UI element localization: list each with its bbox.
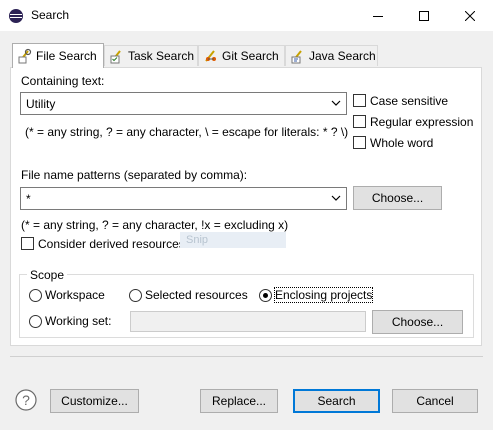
file-patterns-label: File name patterns (separated by comma):	[21, 168, 248, 182]
chevron-down-icon	[331, 100, 341, 106]
help-icon: ?	[15, 389, 37, 411]
help-button[interactable]: ?	[15, 389, 37, 411]
replace-button[interactable]: Replace...	[200, 389, 278, 413]
search-label: Search	[317, 394, 356, 408]
tab-label: Java Search	[309, 49, 376, 63]
whole-word-label: Whole word	[370, 136, 434, 150]
tab-label: Task Search	[128, 49, 195, 63]
derived-resources-checkbox[interactable]	[21, 237, 34, 250]
java-search-icon	[291, 50, 302, 64]
case-sensitive-label: Case sensitive	[370, 94, 449, 108]
chevron-down-icon	[331, 195, 341, 201]
regular-expression-label: Regular expression	[370, 115, 474, 129]
workspace-label: Workspace	[45, 288, 105, 302]
task-search-icon	[110, 50, 121, 64]
choose-label: Choose...	[391, 315, 444, 329]
case-sensitive-checkbox[interactable]	[353, 94, 366, 107]
choose-label: Choose...	[371, 191, 424, 205]
git-search-icon	[205, 50, 216, 62]
tab-file-search[interactable]: File Search	[12, 43, 104, 68]
title-bar: Search	[0, 0, 493, 31]
file-patterns-choose-button[interactable]: Choose...	[353, 186, 442, 210]
customize-label: Customize...	[61, 394, 128, 408]
snip-overlay: Snip	[180, 232, 286, 248]
file-search-icon	[18, 48, 32, 64]
enclosing-projects-label: Enclosing projects	[273, 287, 374, 303]
tab-label: File Search	[36, 49, 97, 63]
tab-task-search[interactable]: Task Search	[104, 45, 198, 66]
tab-label: Git Search	[222, 49, 279, 63]
containing-text-value: Utility	[26, 97, 56, 111]
containing-text-hint: (* = any string, ? = any character, \ = …	[25, 125, 349, 139]
customize-button[interactable]: Customize...	[50, 389, 139, 413]
minimize-icon	[373, 15, 383, 17]
working-set-label: Working set:	[45, 314, 112, 328]
enclosing-projects-radio[interactable]	[259, 289, 272, 302]
working-set-field[interactable]	[130, 311, 366, 332]
containing-text-label: Containing text:	[21, 74, 105, 88]
svg-text:?: ?	[22, 392, 30, 408]
derived-resources-label: Consider derived resources	[38, 237, 185, 251]
regular-expression-checkbox[interactable]	[353, 115, 366, 128]
separator	[10, 356, 483, 357]
whole-word-checkbox[interactable]	[353, 136, 366, 149]
workspace-radio[interactable]	[29, 289, 42, 302]
tab-git-search[interactable]: Git Search	[198, 45, 285, 66]
eclipse-icon	[9, 9, 23, 23]
containing-text-combo[interactable]: Utility	[20, 92, 347, 115]
replace-label: Replace...	[211, 394, 267, 408]
scope-label: Scope	[27, 268, 68, 282]
file-patterns-combo[interactable]: *	[20, 187, 347, 210]
close-icon	[465, 10, 475, 21]
file-patterns-value: *	[26, 192, 31, 206]
cancel-label: Cancel	[416, 394, 454, 408]
maximize-button[interactable]	[401, 0, 447, 31]
selected-resources-radio[interactable]	[129, 289, 142, 302]
working-set-choose-button[interactable]: Choose...	[372, 310, 463, 334]
selected-resources-label: Selected resources	[145, 288, 248, 302]
minimize-button[interactable]	[355, 0, 401, 31]
close-button[interactable]	[447, 0, 493, 31]
window-title: Search	[31, 8, 70, 22]
cancel-button[interactable]: Cancel	[392, 389, 478, 413]
tab-java-search[interactable]: Java Search	[285, 45, 378, 66]
file-patterns-hint: (* = any string, ? = any character, !x =…	[21, 218, 289, 232]
search-button[interactable]: Search	[293, 389, 380, 413]
maximize-icon	[419, 10, 429, 21]
working-set-radio[interactable]	[29, 315, 42, 328]
